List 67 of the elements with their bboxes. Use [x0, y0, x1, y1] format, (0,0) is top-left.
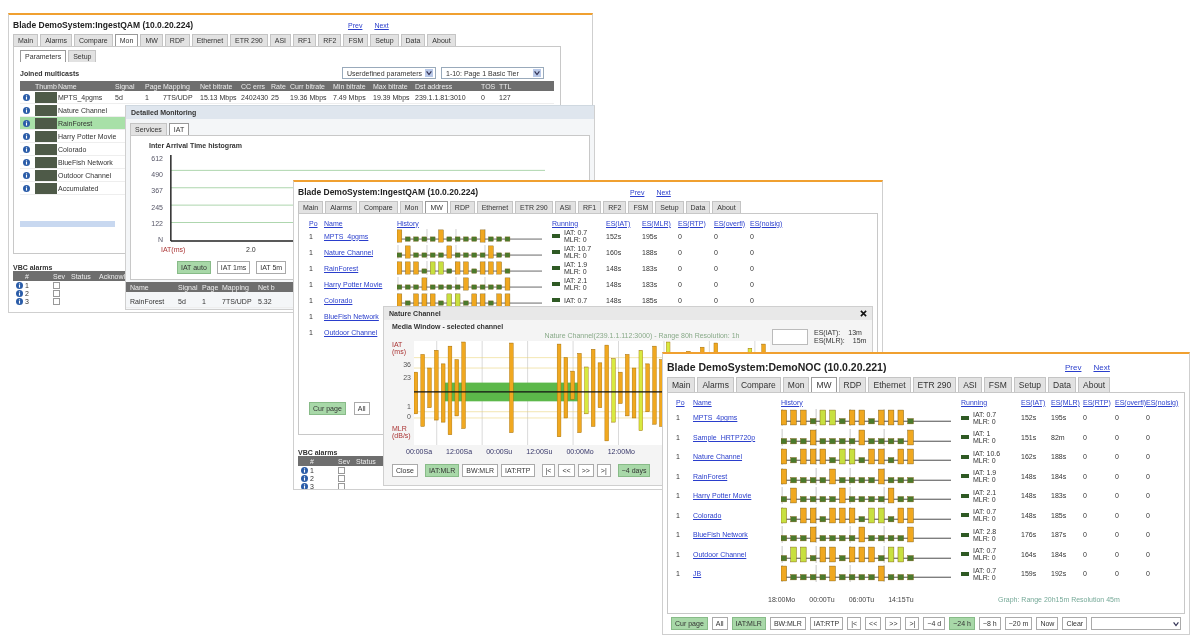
tab[interactable]: Ethernet: [868, 377, 911, 392]
info-icon[interactable]: [301, 474, 308, 482]
info-icon[interactable]: [23, 132, 30, 140]
info-icon[interactable]: [23, 171, 30, 179]
window-title: Blade DemoSystem:DemoNOC (10.0.20.221): [667, 361, 888, 373]
info-icon[interactable]: [23, 119, 30, 127]
photo-placeholder: [35, 117, 57, 129]
running-indicator-icon: [961, 532, 969, 537]
info-icon[interactable]: [16, 289, 23, 297]
info-icon[interactable]: [23, 145, 30, 153]
tab[interactable]: Alarms: [697, 377, 734, 392]
info-icon[interactable]: [301, 466, 308, 474]
tab[interactable]: RDP: [838, 377, 867, 392]
info-icon[interactable]: [23, 184, 30, 192]
info-icon[interactable]: [23, 158, 30, 166]
running-indicator-icon: [961, 571, 969, 576]
tab[interactable]: Setup: [1013, 377, 1047, 392]
photo-placeholder: [35, 104, 57, 116]
dropdown-field[interactable]: [1091, 617, 1181, 630]
input-field[interactable]: [772, 329, 808, 345]
photo-placeholder: [35, 91, 57, 103]
photo-placeholder: [35, 169, 57, 181]
scrollbar[interactable]: [20, 221, 115, 227]
tab[interactable]: About: [1078, 377, 1111, 392]
running-indicator-icon: [961, 493, 969, 498]
checkbox[interactable]: [338, 474, 345, 482]
window-title: Blade DemoSystem:IngestQAM (10.0.20.224): [13, 20, 194, 30]
running-indicator-icon: [961, 454, 969, 459]
caret-icon: [1172, 619, 1180, 628]
tab[interactable]: ETR 290: [912, 377, 957, 392]
tab[interactable]: Data: [1048, 377, 1076, 392]
running-indicator-icon: [961, 552, 969, 557]
running-indicator-icon: [961, 435, 969, 440]
window-title: Blade DemoSystem:IngestQAM (10.0.20.224): [298, 187, 479, 197]
info-icon[interactable]: [23, 93, 30, 101]
tab[interactable]: ASI: [958, 377, 982, 392]
photo-placeholder: [35, 130, 57, 142]
tab[interactable]: Compare: [735, 377, 781, 392]
running-indicator-icon: [961, 415, 969, 420]
caret-icon: [425, 69, 433, 77]
nav-link[interactable]: Next: [1093, 362, 1110, 372]
tab[interactable]: FSM: [983, 377, 1012, 392]
tab[interactable]: MW: [811, 377, 837, 392]
caret-icon: [533, 69, 541, 77]
info-icon[interactable]: [16, 281, 23, 289]
checkbox[interactable]: [338, 482, 345, 489]
checkbox[interactable]: [53, 281, 60, 289]
photo-placeholder: [35, 156, 57, 168]
info-icon[interactable]: [23, 106, 30, 114]
running-indicator-icon: [961, 513, 969, 518]
running-indicator-icon: [552, 266, 560, 270]
nav-link[interactable]: Prev: [1065, 362, 1082, 372]
running-indicator-icon: [552, 298, 560, 302]
tab[interactable]: Mon: [782, 377, 810, 392]
checkbox[interactable]: [53, 289, 60, 297]
photo-placeholder: [35, 182, 57, 194]
tab[interactable]: Main: [667, 377, 696, 392]
running-indicator-icon: [552, 250, 560, 254]
checkbox[interactable]: [338, 466, 345, 474]
checkbox[interactable]: [53, 297, 60, 305]
close-icon[interactable]: [860, 310, 867, 317]
running-indicator-icon: [961, 474, 969, 479]
info-icon[interactable]: [16, 297, 23, 305]
photo-placeholder: [35, 143, 57, 155]
running-indicator-icon: [552, 282, 560, 286]
info-icon[interactable]: [301, 482, 308, 489]
running-indicator-icon: [552, 234, 560, 238]
